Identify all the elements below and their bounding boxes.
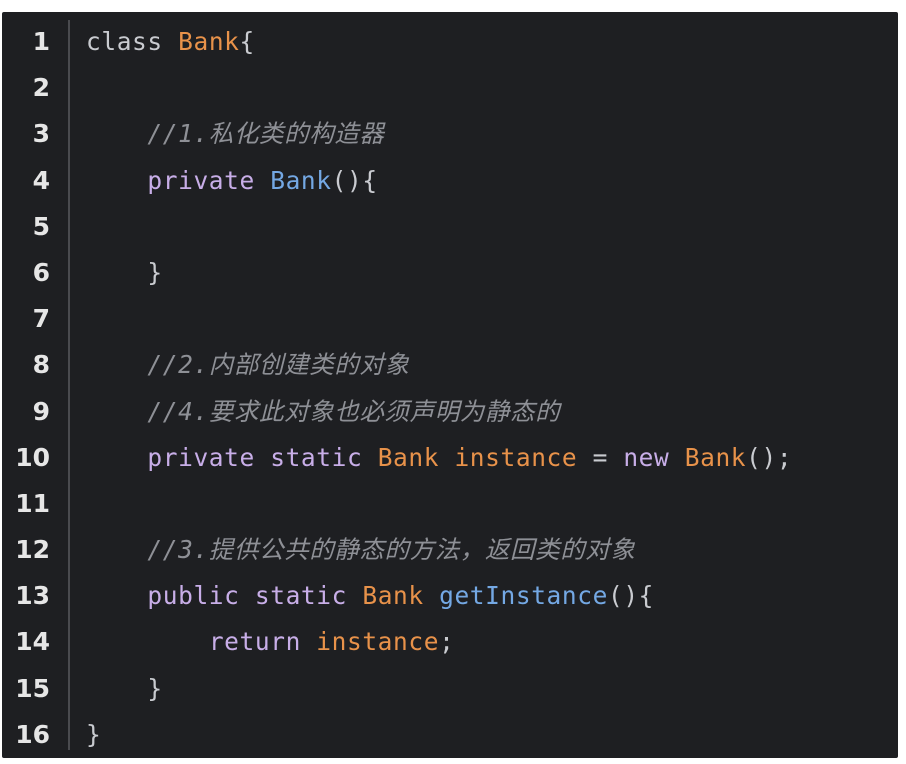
code-token: getInstance (439, 581, 608, 611)
code-token: static (270, 442, 363, 472)
code-line: 3 //1.私化类的构造器 (2, 111, 898, 157)
code-text: //4.要求此对象也必须声明为静态的 (86, 389, 560, 435)
code-token: instance (316, 627, 440, 657)
code-line: 15 } (2, 666, 898, 712)
line-number: 6 (32, 257, 50, 287)
line-number: 13 (15, 581, 50, 611)
code-text: } (86, 250, 163, 296)
line-number: 9 (32, 396, 50, 426)
code-comment: //1.私化类的构造器 (147, 119, 385, 149)
code-comment: //2.内部创建类的对象 (147, 350, 410, 380)
line-number: 12 (15, 535, 50, 565)
code-line: 2 (2, 65, 898, 111)
code-comment: //3.提供公共的静态的方法，返回类的对象 (147, 535, 636, 565)
code-text: //3.提供公共的静态的方法，返回类的对象 (86, 527, 636, 573)
code-text: } (86, 712, 101, 758)
code-token: Bank (178, 27, 240, 56)
code-line: 11 (2, 481, 898, 527)
code-area[interactable]: 1 class Bank{2 3 //1.私化类的构造器 4 private Bank… (2, 19, 898, 758)
code-text: //1.私化类的构造器 (86, 111, 385, 157)
line-number: 3 (32, 119, 50, 149)
line-number: 7 (32, 304, 50, 334)
code-line: 14 return instance; (2, 619, 898, 665)
code-text: private static Bank instance = new Bank(… (86, 435, 792, 481)
code-token: } (147, 257, 163, 287)
code-text: } (86, 666, 163, 712)
code-token: (){ (607, 581, 655, 611)
code-token: new (623, 442, 670, 472)
line-number: 4 (32, 165, 50, 195)
code-text: class Bank{ (86, 19, 255, 65)
code-text: //2.内部创建类的对象 (86, 342, 410, 388)
code-token: class (86, 27, 163, 56)
code-line: 7 (2, 296, 898, 342)
code-comment: //4.要求此对象也必须声明为静态的 (147, 396, 561, 426)
code-line: 13 public static Bank getInstance(){ (2, 573, 898, 619)
code-token: = (577, 442, 624, 472)
line-number: 1 (32, 27, 50, 56)
line-number: 5 (32, 211, 50, 241)
code-token: } (147, 673, 163, 703)
code-line: 9 //4.要求此对象也必须声明为静态的 (2, 389, 898, 435)
code-line: 6 } (2, 250, 898, 296)
code-line: 12 //3.提供公共的静态的方法，返回类的对象 (2, 527, 898, 573)
code-token: Bank (684, 442, 747, 472)
code-text: public static Bank getInstance(){ (86, 573, 654, 619)
code-token: Bank (270, 165, 332, 195)
line-number: 8 (32, 350, 50, 380)
line-number: 14 (15, 627, 50, 657)
code-token: (){ (331, 165, 378, 195)
code-text: private Bank(){ (86, 158, 378, 204)
line-number: 10 (15, 442, 50, 472)
code-token: ; (439, 627, 455, 657)
line-number: 2 (32, 73, 50, 103)
code-editor: 1 class Bank{2 3 //1.私化类的构造器 4 private Bank… (2, 12, 898, 758)
code-token: { (239, 27, 255, 56)
code-token: private (147, 165, 255, 195)
line-number: 16 (15, 719, 50, 749)
code-token: private (147, 442, 255, 472)
code-text: return instance; (86, 619, 454, 665)
code-token: } (86, 719, 102, 749)
code-line: 1 class Bank{ (2, 19, 898, 65)
code-line: 16} (2, 712, 898, 758)
code-line: 8 //2.内部创建类的对象 (2, 342, 898, 388)
code-token: Bank (377, 442, 440, 472)
code-token: (); (746, 442, 793, 472)
line-number: 15 (15, 673, 50, 703)
code-token: instance (454, 442, 578, 472)
code-token: Bank (362, 581, 424, 611)
code-line: 4 private Bank(){ (2, 158, 898, 204)
code-line: 10 private static Bank instance = new Ba… (2, 435, 898, 481)
code-line: 5 (2, 204, 898, 250)
line-number: 11 (15, 488, 50, 518)
code-token: static (254, 581, 347, 611)
code-token: return (208, 627, 301, 657)
code-token: public (147, 581, 240, 611)
